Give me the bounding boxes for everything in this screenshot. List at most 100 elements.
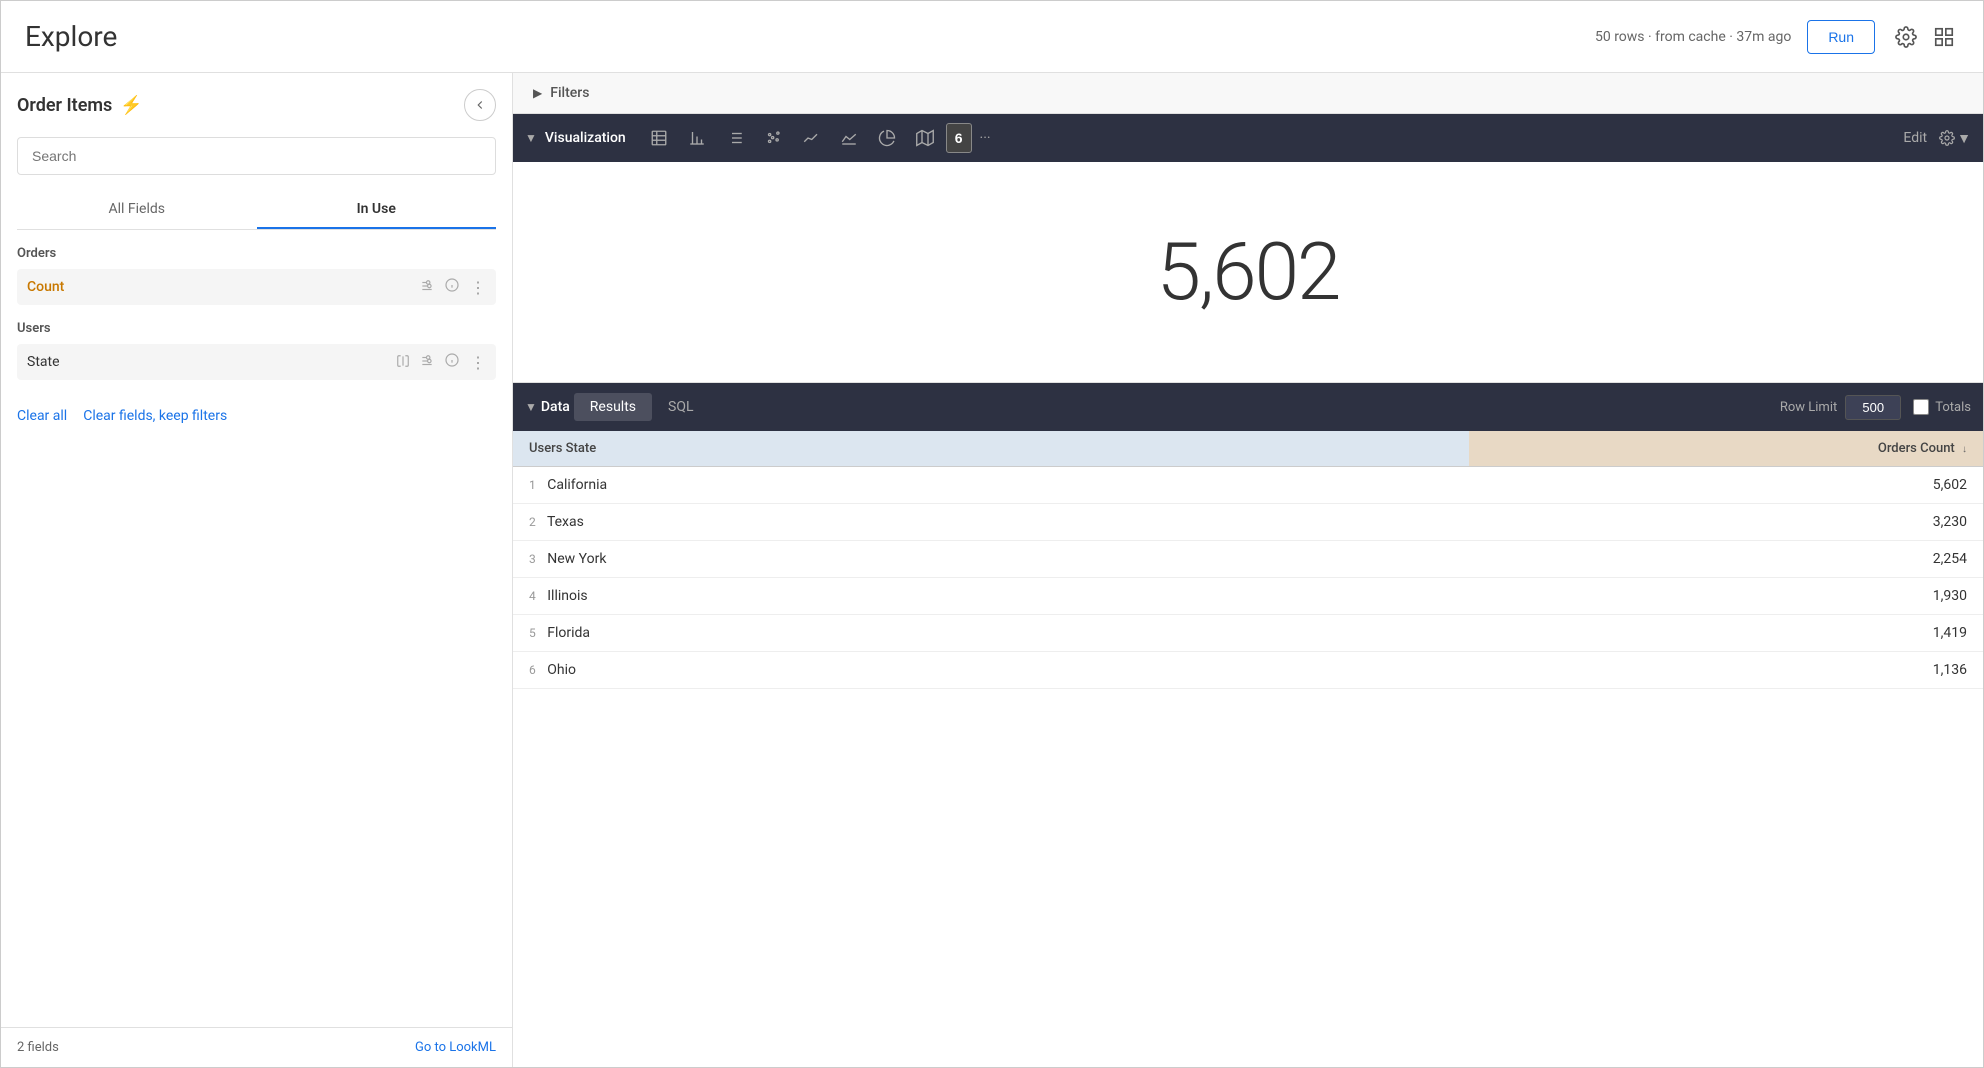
viz-area-button[interactable] [832,123,866,153]
viz-number-button[interactable]: 6 [946,123,972,153]
filter-icon[interactable] [420,278,434,297]
viz-pie-button[interactable] [870,123,904,153]
row-1-count: 5,602 [1469,467,1984,504]
table-row: 3 New York 2,254 [513,541,1983,578]
gear-icon [1895,26,1917,48]
viz-label: Visualization [545,130,626,146]
info-svg-icon-2 [444,352,460,368]
viz-edit-label[interactable]: Edit [1903,130,1927,146]
field-count-row: Count ⋮ [17,269,496,305]
pivot-svg-icon [396,354,410,368]
info-icon[interactable] [444,277,460,297]
sidebar: Order Items ⚡ All Fields In Use [1,73,513,1067]
settings-icon-button[interactable] [1891,22,1921,52]
table-row: 6 Ohio 1,136 [513,652,1983,689]
data-section: ▼ Data Results SQL Row Limit Totals [513,382,1983,1067]
field-count-actions: ⋮ [420,277,486,297]
viz-settings-button[interactable]: ▼ [1939,130,1971,147]
clear-keep-link[interactable]: Clear fields, keep filters [83,408,227,424]
info-svg-icon [444,277,460,293]
filters-bar[interactable]: ▶ Filters [513,73,1983,114]
main-content: Order Items ⚡ All Fields In Use [1,73,1983,1067]
totals-checkbox[interactable] [1913,399,1929,415]
field-count-name[interactable]: Count [27,279,64,295]
table-row: 4 Illinois 1,930 [513,578,1983,615]
run-button[interactable]: Run [1807,20,1875,54]
header-icons [1891,22,1959,52]
filter-svg-icon [420,279,434,293]
right-panel: ▶ Filters ▼ Visualization [513,73,1983,1067]
viz-chevron-icon[interactable]: ▼ [525,131,537,145]
viz-scatter-button[interactable] [756,123,790,153]
totals-label[interactable]: Totals [1913,399,1971,415]
collapse-sidebar-button[interactable] [464,89,496,121]
table-body: 1 California 5,602 2 Texas 3,230 [513,467,1983,689]
orders-section: Orders Count [17,246,496,309]
more-icon[interactable]: ⋮ [470,278,486,297]
viz-gear-icon [1939,130,1955,146]
viz-line-button[interactable] [794,123,828,153]
row-6-count: 1,136 [1469,652,1984,689]
orders-section-label: Orders [17,246,496,261]
row-4-count: 1,930 [1469,578,1984,615]
info-icon-state[interactable] [444,352,460,372]
chevron-left-icon [473,98,487,112]
viz-table-button[interactable] [642,123,676,153]
clear-actions: Clear all Clear fields, keep filters [17,408,496,424]
scatter-icon [764,129,782,147]
data-table: Users State Orders Count ↓ [513,431,1983,689]
row-limit-label: Row Limit [1780,400,1837,415]
viz-map-button[interactable] [908,123,942,153]
users-section: Users State [17,321,496,384]
search-input[interactable] [17,137,496,175]
viz-content: 5,602 [513,162,1983,382]
sidebar-title-text: Order Items [17,95,112,116]
row-2-state: 2 Texas [513,504,1469,541]
header-right: 50 rows · from cache · 37m ago Run [1595,20,1959,54]
table-icon [650,129,668,147]
row-4-state: 4 Illinois [513,578,1469,615]
visualization-section: ▼ Visualization [513,114,1983,382]
viz-list-button[interactable] [718,123,752,153]
data-table-container: Users State Orders Count ↓ [513,431,1983,1067]
page-title: Explore [25,20,117,53]
list-icon [726,129,744,147]
table-header: Users State Orders Count ↓ [513,431,1983,467]
col-header-state: Users State [513,431,1469,467]
map-icon [916,129,934,147]
tab-sql[interactable]: SQL [652,393,709,421]
data-chevron-icon[interactable]: ▼ [525,400,537,414]
viz-toolbar: ▼ Visualization [513,114,1983,162]
tab-all-fields[interactable]: All Fields [17,191,257,229]
row-limit-input[interactable] [1845,395,1901,420]
table-row: 2 Texas 3,230 [513,504,1983,541]
row-2-count: 3,230 [1469,504,1984,541]
pivot-icon[interactable] [396,353,410,372]
row-1-state: 1 California [513,467,1469,504]
tab-results[interactable]: Results [574,393,652,421]
line-chart-icon [802,129,820,147]
viz-more-options[interactable]: ··· [980,130,991,146]
bar-chart-icon [688,129,706,147]
field-state-row: State [17,344,496,380]
app-container: Explore 50 rows · from cache · 37m ago R… [0,0,1984,1068]
field-tabs: All Fields In Use [17,191,496,230]
grid-icon-button[interactable] [1929,22,1959,52]
viz-bar-button[interactable] [680,123,714,153]
field-state-actions: ⋮ [396,352,486,372]
row-3-state: 3 New York [513,541,1469,578]
filter-icon-state[interactable] [420,353,434,372]
grid-icon [1933,26,1955,48]
filter-svg-icon-2 [420,354,434,368]
field-state-name[interactable]: State [27,354,60,370]
header-meta: 50 rows · from cache · 37m ago [1595,29,1791,45]
tab-in-use[interactable]: In Use [257,191,497,229]
data-label: Data [541,399,570,415]
sidebar-footer: 2 fields Go to LookML [1,1027,512,1067]
go-to-lookml-link[interactable]: Go to LookML [415,1040,496,1055]
area-chart-icon [840,129,858,147]
filters-label: Filters [550,85,589,101]
more-icon-state[interactable]: ⋮ [470,353,486,372]
clear-all-link[interactable]: Clear all [17,408,67,424]
row-5-count: 1,419 [1469,615,1984,652]
